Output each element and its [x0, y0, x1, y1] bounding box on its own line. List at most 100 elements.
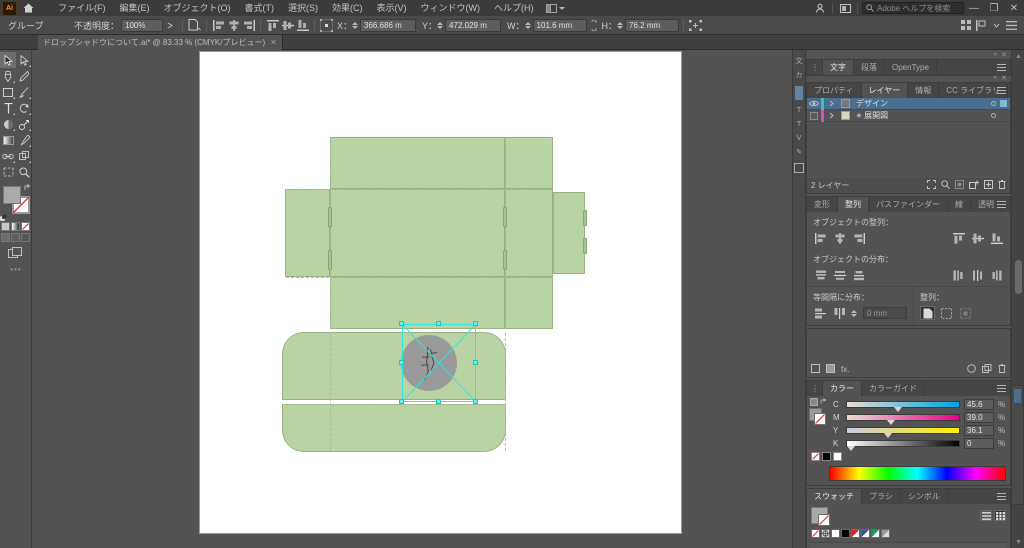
tab-layers[interactable]: レイヤー [861, 83, 909, 98]
lock-slot-right-lower[interactable] [503, 250, 507, 270]
swatch-none[interactable] [811, 529, 820, 538]
collapsed-side-panel[interactable] [1011, 385, 1024, 505]
document-setup-icon[interactable] [187, 18, 202, 33]
artwork-panel-left[interactable] [285, 189, 330, 277]
magenta-value[interactable]: 39.0 [964, 412, 994, 423]
dock-item-0[interactable]: 文 [793, 58, 805, 65]
artwork-glue-flap[interactable] [553, 192, 585, 274]
lock-slot-glue-lower[interactable] [583, 238, 587, 254]
distribute-top-button[interactable] [813, 268, 828, 282]
swap-fill-stroke-icon[interactable] [24, 184, 32, 192]
y-input[interactable]: 472.029 m [445, 18, 502, 32]
gradient-tool[interactable] [0, 132, 16, 148]
tab-paragraph[interactable]: 段落 [854, 60, 885, 75]
constrain-proportions-icon[interactable] [587, 18, 602, 33]
draw-behind-button[interactable] [11, 233, 20, 242]
magenta-slider[interactable] [846, 414, 960, 425]
search-icon-layers[interactable] [941, 180, 950, 191]
selection-handle-tr[interactable] [473, 321, 478, 326]
minimize-button[interactable]: — [964, 0, 984, 16]
layer-name-dieline[interactable]: ✳ 展開図 [852, 110, 991, 121]
align-right-button[interactable] [241, 18, 256, 33]
tab-transform[interactable]: 変形 [807, 197, 838, 212]
distribute-horizontal-center-button[interactable] [970, 268, 985, 282]
artwork-top-flap-right[interactable] [505, 137, 553, 189]
help-search-input[interactable]: Adobe ヘルプを検索 [862, 2, 964, 14]
selection-tool[interactable] [0, 52, 16, 68]
dock-item-3[interactable]: T [793, 107, 805, 114]
arrange-documents-button[interactable] [541, 0, 570, 16]
swatch-white[interactable] [831, 529, 840, 538]
selection-handle-bc[interactable] [436, 399, 441, 404]
selection-handle-bl[interactable] [399, 399, 404, 404]
panel-options-icon[interactable] [1004, 18, 1019, 33]
type-tool[interactable] [0, 100, 16, 116]
swatch-registration[interactable] [821, 529, 830, 538]
screen-mode-control[interactable] [0, 247, 31, 259]
zoom-tool[interactable] [16, 164, 32, 180]
tab-pathfinder[interactable]: パスファインダー [869, 197, 948, 212]
black-color-button[interactable] [822, 452, 831, 461]
tab-symbols[interactable]: シンボル [901, 489, 948, 504]
type-panel-menu-icon[interactable] [997, 63, 1006, 72]
fill-proxy-icon[interactable] [810, 398, 818, 406]
panel-grip-icon[interactable]: ⋮ [807, 60, 823, 75]
layer-expand-design[interactable] [824, 100, 838, 107]
menu-edit[interactable]: 編集(E) [113, 0, 157, 16]
artwork-bottom-flap-center[interactable] [330, 277, 505, 329]
gradient-fill-button[interactable] [11, 222, 20, 231]
transform-reference-icon[interactable] [319, 18, 334, 33]
menu-help[interactable]: ヘルプ(H) [487, 0, 541, 16]
magenta-slider-thumb[interactable] [887, 420, 896, 425]
black-slider-thumb[interactable] [847, 446, 855, 451]
draw-inside-button[interactable] [21, 233, 30, 242]
distribute-bottom-button[interactable] [851, 268, 866, 282]
draw-normal-button[interactable] [1, 233, 10, 242]
color-panel-grip-icon[interactable]: ⋮ [807, 381, 823, 396]
eyedropper-tool[interactable] [16, 132, 32, 148]
workspace-switcher-icon[interactable] [837, 0, 853, 16]
tab-info[interactable]: 情報 [908, 83, 940, 98]
white-color-button[interactable] [833, 452, 842, 461]
dock-item-7-icon[interactable] [794, 163, 804, 173]
artwork-panel-front[interactable] [330, 189, 505, 277]
align-top-button[interactable] [265, 18, 280, 33]
shaper-tool[interactable] [0, 116, 16, 132]
lock-slot-left-upper[interactable] [328, 207, 332, 227]
opacity-dropdown-icon[interactable] [163, 18, 178, 33]
rectangle-tool[interactable] [0, 84, 16, 100]
close-icon[interactable]: ✕ [270, 38, 277, 47]
make-mask-icon[interactable] [955, 180, 964, 191]
selection-handle-tc[interactable] [436, 321, 441, 326]
artwork-bottom-flap-right[interactable] [505, 277, 553, 329]
swatch-black[interactable] [841, 529, 850, 538]
align-horizontal-center-button[interactable] [832, 231, 847, 245]
align-panel-menu-icon[interactable] [997, 200, 1006, 209]
tab-swatches[interactable]: スウォッチ [807, 489, 862, 504]
selection-handle-mr[interactable] [473, 360, 478, 365]
tab-opentype[interactable]: OpenType [885, 60, 937, 75]
collapsed-side-panel-active-item[interactable] [1014, 389, 1021, 403]
tab-properties[interactable]: プロパティ [807, 83, 862, 98]
align-left-button[interactable] [211, 18, 226, 33]
swatch-gray[interactable] [881, 529, 890, 538]
color-swatch-proxy[interactable] [809, 408, 826, 425]
align-bottom-edges-button[interactable] [989, 231, 1004, 245]
black-slider[interactable] [846, 440, 960, 451]
new-layer-icon[interactable] [984, 180, 993, 191]
layer-name-design[interactable]: デザイン [852, 98, 991, 109]
artwork-top-flap-center[interactable] [330, 137, 505, 189]
layers-panel-menu-icon[interactable] [997, 86, 1006, 95]
h-stepper[interactable] [617, 21, 624, 29]
appearance-panel-body[interactable] [807, 329, 1010, 362]
dock-item-6[interactable]: ✎ [793, 149, 805, 156]
artboard-navigation-icon[interactable] [974, 18, 989, 33]
chevron-down-icon-2[interactable] [989, 18, 1004, 33]
layer-target-dieline[interactable] [991, 113, 996, 118]
layer-expand-dieline[interactable] [824, 112, 838, 119]
paintbrush-tool[interactable] [16, 84, 32, 100]
delete-item-icon[interactable] [998, 363, 1006, 375]
artboard-tool[interactable] [0, 164, 16, 180]
horizontal-distribute-space-button[interactable] [832, 306, 847, 320]
tab-brushes[interactable]: ブラシ [862, 489, 901, 504]
